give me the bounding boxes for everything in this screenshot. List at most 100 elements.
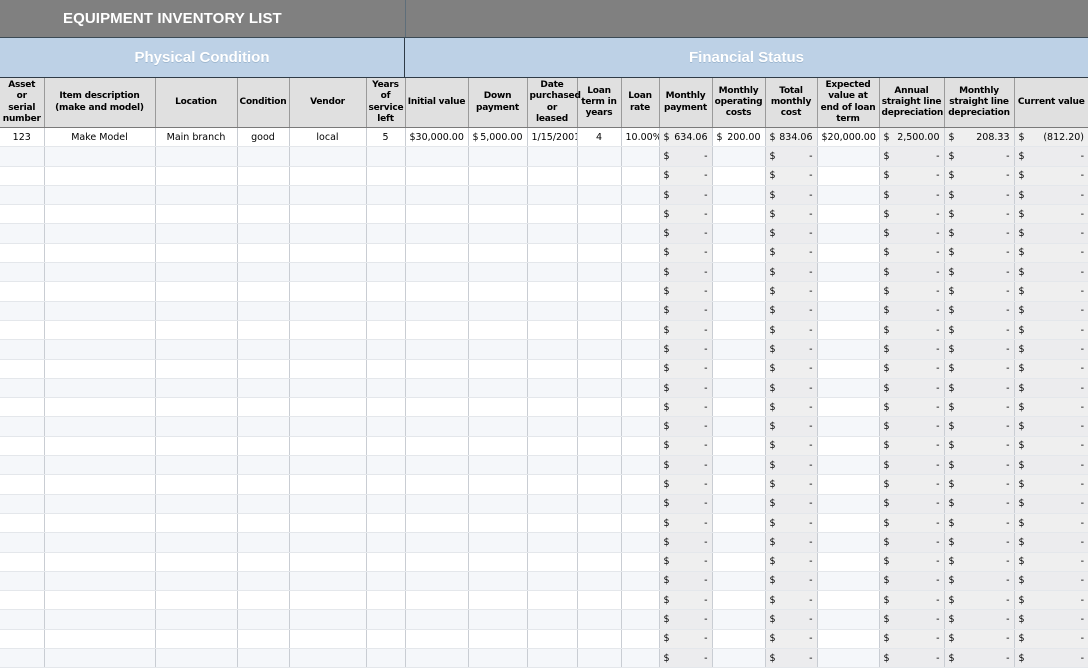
cell-vendor[interactable] [289, 146, 367, 167]
cell-monthdep[interactable]: $ - [944, 513, 1015, 534]
cell-years[interactable] [366, 571, 406, 592]
cell-datepurch[interactable] [527, 416, 578, 437]
cell-monthop[interactable] [712, 243, 766, 264]
cell-monthop[interactable] [712, 166, 766, 186]
cell-location[interactable] [155, 590, 238, 611]
cell-current[interactable]: $ - [1014, 494, 1088, 514]
cell-totmonth[interactable]: $ - [765, 436, 818, 457]
cell-loanrate[interactable] [621, 455, 660, 476]
cell-asset[interactable] [0, 648, 45, 668]
cell-monthpay[interactable]: $ - [659, 552, 713, 572]
cell-datepurch[interactable] [527, 378, 578, 399]
cell-loanrate[interactable] [621, 243, 660, 264]
cell-vendor[interactable] [289, 359, 367, 379]
cell-years[interactable] [366, 648, 406, 668]
cell-monthop[interactable] [712, 513, 766, 534]
cell-loanterm[interactable] [577, 609, 622, 630]
cell-loanterm[interactable] [577, 320, 622, 341]
cell-monthdep[interactable]: $ - [944, 571, 1015, 592]
cell-years[interactable]: 5 [366, 127, 406, 148]
cell-monthdep[interactable]: $ - [944, 397, 1015, 418]
column-header-years[interactable]: Years of service left [366, 78, 406, 128]
cell-initial[interactable] [404, 397, 469, 418]
cell-location[interactable] [155, 281, 238, 302]
cell-vendor[interactable] [289, 455, 367, 476]
cell-down[interactable] [468, 166, 528, 186]
cell-monthdep[interactable]: $ - [944, 532, 1015, 553]
cell-asset[interactable] [0, 262, 45, 283]
cell-loanterm[interactable] [577, 436, 622, 457]
cell-monthop[interactable]: $200.00 [712, 127, 766, 148]
cell-down[interactable] [468, 532, 528, 553]
cell-condition[interactable] [237, 146, 290, 167]
cell-years[interactable] [366, 397, 406, 418]
cell-totmonth[interactable]: $834.06 [765, 127, 818, 148]
column-header-location[interactable]: Location [155, 78, 238, 128]
cell-totmonth[interactable]: $ - [765, 320, 818, 341]
cell-initial[interactable] [404, 204, 469, 225]
cell-condition[interactable] [237, 320, 290, 341]
cell-location[interactable] [155, 629, 238, 650]
cell-loanterm[interactable] [577, 223, 622, 244]
cell-annualdep[interactable]: $ - [879, 416, 945, 437]
cell-initial[interactable] [404, 590, 469, 611]
cell-condition[interactable] [237, 204, 290, 225]
cell-monthpay[interactable]: $ - [659, 204, 713, 225]
cell-datepurch[interactable] [527, 339, 578, 360]
cell-monthpay[interactable]: $ - [659, 339, 713, 360]
cell-condition[interactable] [237, 262, 290, 283]
cell-current[interactable]: $ - [1014, 474, 1088, 495]
cell-monthdep[interactable]: $ - [944, 359, 1015, 379]
cell-expected[interactable] [817, 146, 880, 167]
cell-item[interactable] [44, 629, 156, 650]
cell-datepurch[interactable] [527, 513, 578, 534]
cell-vendor[interactable] [289, 474, 367, 495]
cell-annualdep[interactable]: $ - [879, 494, 945, 514]
cell-loanrate[interactable] [621, 301, 660, 321]
cell-current[interactable]: $ - [1014, 436, 1088, 457]
cell-asset[interactable] [0, 609, 45, 630]
cell-asset[interactable] [0, 552, 45, 572]
cell-down[interactable] [468, 552, 528, 572]
cell-datepurch[interactable] [527, 359, 578, 379]
cell-vendor[interactable] [289, 397, 367, 418]
cell-down[interactable] [468, 223, 528, 244]
cell-totmonth[interactable]: $ - [765, 281, 818, 302]
cell-condition[interactable] [237, 552, 290, 572]
cell-loanterm[interactable] [577, 378, 622, 399]
cell-down[interactable] [468, 590, 528, 611]
cell-monthpay[interactable]: $ - [659, 513, 713, 534]
cell-annualdep[interactable]: $2,500.00 [879, 127, 945, 148]
cell-totmonth[interactable]: $ - [765, 629, 818, 650]
cell-condition[interactable] [237, 185, 290, 206]
cell-initial[interactable]: $30,000.00 [404, 127, 469, 148]
cell-expected[interactable] [817, 301, 880, 321]
cell-current[interactable]: $ - [1014, 552, 1088, 572]
cell-annualdep[interactable]: $ - [879, 243, 945, 264]
cell-loanterm[interactable] [577, 185, 622, 206]
cell-condition[interactable] [237, 571, 290, 592]
cell-loanterm[interactable] [577, 146, 622, 167]
cell-expected[interactable] [817, 474, 880, 495]
cell-asset[interactable] [0, 320, 45, 341]
cell-asset[interactable] [0, 243, 45, 264]
column-header-current[interactable]: Current value [1014, 78, 1088, 128]
cell-expected[interactable] [817, 320, 880, 341]
cell-annualdep[interactable]: $ - [879, 513, 945, 534]
cell-loanrate[interactable] [621, 494, 660, 514]
cell-initial[interactable] [404, 648, 469, 668]
cell-monthdep[interactable]: $ - [944, 301, 1015, 321]
cell-datepurch[interactable] [527, 609, 578, 630]
cell-monthdep[interactable]: $ - [944, 629, 1015, 650]
cell-initial[interactable] [404, 223, 469, 244]
cell-expected[interactable] [817, 629, 880, 650]
cell-monthpay[interactable]: $ - [659, 320, 713, 341]
cell-monthop[interactable] [712, 494, 766, 514]
cell-loanterm[interactable] [577, 339, 622, 360]
cell-down[interactable] [468, 397, 528, 418]
cell-totmonth[interactable]: $ - [765, 590, 818, 611]
cell-monthdep[interactable]: $ - [944, 552, 1015, 572]
cell-monthop[interactable] [712, 301, 766, 321]
cell-loanrate[interactable] [621, 590, 660, 611]
cell-down[interactable] [468, 359, 528, 379]
